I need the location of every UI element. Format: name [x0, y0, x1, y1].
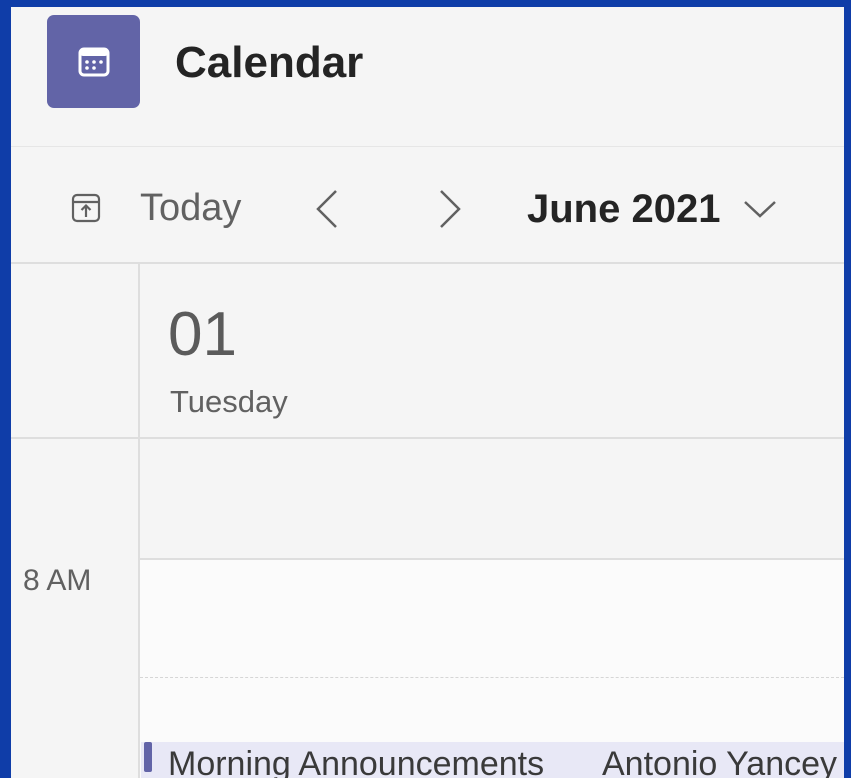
today-button[interactable]: Today	[71, 177, 241, 239]
previous-button[interactable]	[312, 187, 342, 231]
today-label: Today	[140, 186, 242, 229]
chevron-right-icon	[440, 190, 461, 228]
chevron-down-icon	[742, 198, 778, 220]
app-header: Calendar	[11, 7, 844, 147]
calendar-icon	[47, 15, 140, 108]
day-number: 01	[168, 300, 237, 369]
event-organizer: Antonio Yancey	[602, 745, 838, 778]
month-picker[interactable]: June 2021	[527, 179, 778, 239]
calendar-window: Calendar Today June 2021 01 Tuesday 8 AM…	[11, 7, 844, 778]
month-label: June 2021	[527, 186, 721, 231]
half-hour-divider	[140, 677, 844, 678]
calendar-today-icon	[71, 191, 101, 225]
next-button[interactable]	[435, 187, 465, 231]
chevron-left-icon	[316, 190, 337, 228]
event-title: Morning Announcements	[168, 745, 545, 778]
day-name: Tuesday	[170, 384, 288, 419]
calendar-event[interactable]: Morning Announcements Antonio Yancey	[141, 742, 844, 778]
day-header-divider	[11, 437, 844, 439]
app-title: Calendar	[175, 38, 364, 87]
time-label-8am: 8 AM	[23, 564, 92, 597]
event-color-bar	[144, 742, 152, 772]
